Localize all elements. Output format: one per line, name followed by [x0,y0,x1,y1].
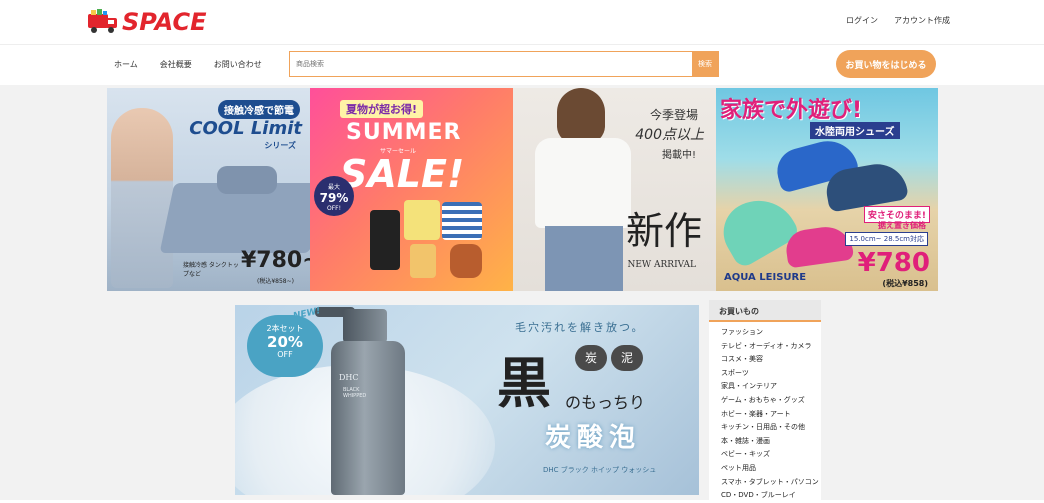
logo-text: SPACE [122,8,207,36]
badge-value: 79% [319,191,349,205]
banner-line-1: 今季登場 [649,108,698,122]
banner-summer-sale[interactable]: 夏物が超お得! SUMMER サマーセール SALE! 最大 79% OFF! [310,88,513,291]
shopping-category-sidebar: お買いもの ファッション テレビ・オーディオ・カメラ コスメ・美容 スポーツ 家… [709,300,821,500]
main-nav: ホーム 会社概要 お問い合わせ [114,59,262,70]
category-item[interactable]: ペット用品 [721,462,821,476]
badge-value: 20% [267,333,303,351]
banner-tag: 接触冷感で節電 [218,100,300,119]
category-item[interactable]: 本・雑誌・漫画 [721,435,821,449]
search-input[interactable] [290,52,692,76]
banner-size: 15.0cm~ 28.5cm対応 [845,232,928,246]
category-item[interactable]: ベビー・キッズ [721,448,821,462]
banner-title: 家族で外遊び! [720,98,863,123]
banner-subtitle: シリーズ [264,141,296,150]
badge-bottom: OFF! [326,205,342,212]
badge-top: 2本セット [266,324,304,333]
model-image [111,108,173,288]
bottle-image [331,341,405,495]
banner-tax: (税込¥858~) [257,278,294,285]
nav-contact[interactable]: お問い合わせ [214,59,262,70]
banner-tag-2: 据え置き価格 [878,221,926,230]
banner-price: ¥780 [857,248,930,278]
create-account-link[interactable]: アカウント作成 [894,15,950,26]
bottle-pump [343,309,387,343]
category-list: ファッション テレビ・オーディオ・カメラ コスメ・美容 スポーツ 家具・インテリ… [709,322,821,503]
coal-label-2: 泥 [611,345,643,371]
product-name: DHC ブラック ホイップ ウォッシュ [543,466,657,474]
search-button[interactable]: 検索 [692,52,718,76]
model-image [531,88,631,291]
banner-new-arrival[interactable]: 今季登場 400点以上 掲載中! 新作 NEW ARRIVAL [513,88,716,291]
banner-item: 接触冷感 タンクトップなど [183,262,239,278]
banner-line-2: 400点以上 [635,127,704,143]
category-item[interactable]: テレビ・オーディオ・カメラ [721,340,821,354]
banner-aqua-shoes[interactable]: 家族で外遊び! 水陸両用シューズ 安さそのまま! 据え置き価格 15.0cm~ … [716,88,938,291]
category-item[interactable]: コスメ・美容 [721,353,821,367]
header: SPACE ログイン アカウント作成 [0,0,1044,44]
category-item[interactable]: ファッション [721,326,821,340]
category-item[interactable]: 家具・インテリア [721,380,821,394]
promo-headline: 毛穴汚れを解き放つ。 [515,321,645,334]
promo-big-text: 黒 [497,351,551,415]
banner-tag: 夏物が超お得! [340,100,424,118]
nav-bar: ホーム 会社概要 お問い合わせ 検索 お買い物をはじめる [0,45,1044,85]
start-shopping-button[interactable]: お買い物をはじめる [836,50,936,78]
banner-title: COOL Limit [189,118,302,139]
category-item[interactable]: スポーツ [721,367,821,381]
banner-tax: (税込¥858) [882,279,928,288]
clothes-image [370,200,490,280]
banner-row: 接触冷感で節電 COOL Limit シリーズ 接触冷感 タンクトップなど ¥7… [107,88,938,291]
truck-logo-icon [86,8,120,36]
category-item[interactable]: CD・DVD・ブルーレイ [721,489,821,503]
discount-badge: 最大 79% OFF! [314,176,354,216]
promo-foam-text: 炭酸泡 [545,423,642,453]
banner-price: ¥780~ [241,248,310,273]
badge-bottom: OFF [277,350,293,359]
nav-home[interactable]: ホーム [114,59,138,70]
category-item[interactable]: ホビー・楽器・アート [721,408,821,422]
pillow-image [217,166,277,194]
banner-title-sale: SALE! [340,152,465,196]
sidebar-title: お買いもの [709,300,821,322]
badge-top: 最大 [327,184,340,191]
banner-cool-limit[interactable]: 接触冷感で節電 COOL Limit シリーズ 接触冷感 タンクトップなど ¥7… [107,88,310,291]
banner-line-3: 掲載中! [661,150,696,161]
bottle-text: BLACK WHIPPED [343,387,367,399]
banner-subtitle: 水陸両用シューズ [810,122,900,139]
main-promo-banner[interactable]: DHC BLACK WHIPPED 2本セット 20% OFF NEW! 毛穴汚… [235,305,699,495]
login-link[interactable]: ログイン [846,15,878,26]
nav-company[interactable]: 会社概要 [160,59,192,70]
category-item[interactable]: ゲーム・おもちゃ・グッズ [721,394,821,408]
set-discount-badge: 2本セット 20% OFF [247,315,323,377]
bottle-brand: DHC [339,373,359,382]
promo-mid-text: のもっちり [565,393,646,412]
search-bar: 検索 [289,51,719,77]
banner-brand: AQUA LEISURE [724,272,807,283]
banner-subtitle: NEW ARRIVAL [627,260,696,270]
banner-title: SUMMER [346,120,462,145]
category-item[interactable]: スマホ・タブレット・パソコン [721,476,821,490]
account-links: ログイン アカウント作成 [846,15,950,26]
banner-title: 新作 [625,209,702,253]
category-item[interactable]: キッチン・日用品・その他 [721,421,821,435]
coal-label-1: 炭 [575,345,607,371]
site-logo[interactable]: SPACE [86,6,207,38]
